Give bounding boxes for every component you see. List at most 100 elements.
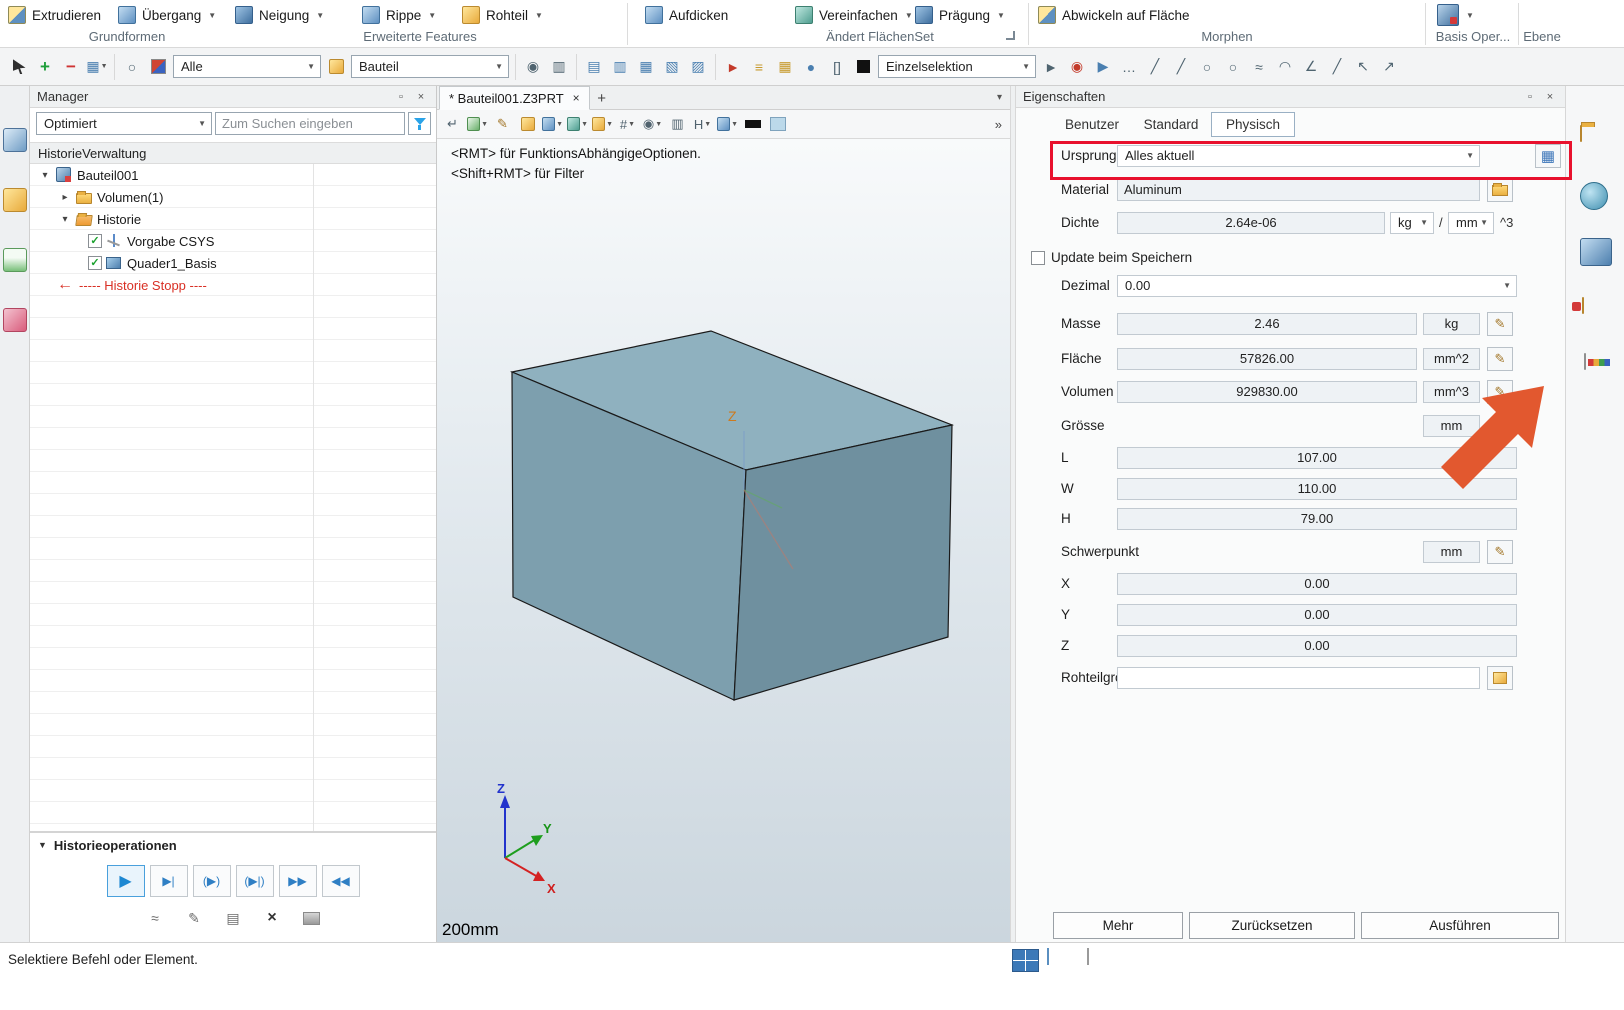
frame-icon[interactable]: ▥ (667, 114, 688, 135)
graphics-canvas[interactable]: <RMT> für FunktionsAbhängigeOptionen. <S… (437, 139, 1010, 942)
sketch-pencil-icon[interactable]: ✎ (492, 114, 513, 135)
table-icon[interactable]: ▦ (774, 56, 796, 78)
dezimal-combo[interactable]: 0.00▼ (1117, 275, 1517, 297)
close-icon[interactable]: × (1542, 89, 1558, 105)
play-filter-icon[interactable]: ▶ (1092, 56, 1114, 78)
tree-row-volumen[interactable]: ▸ Volumen(1) (30, 186, 436, 208)
dashed-circle-icon[interactable]: ○ (121, 56, 143, 78)
play-button[interactable]: ▶ (107, 865, 145, 897)
ribbon-item-aufdicken[interactable]: Aufdicken (645, 4, 728, 26)
rohteil-field[interactable] (1117, 667, 1480, 689)
flaeche-field[interactable]: 57826.00 (1117, 348, 1417, 370)
spline-tool-icon[interactable]: ≈ (1248, 56, 1270, 78)
rohteil-pick-button[interactable] (1487, 666, 1513, 690)
tree-row-bauteil[interactable]: ▾ Bauteil001 (30, 164, 436, 186)
play-to-end-button[interactable]: ▶| (150, 865, 188, 897)
color-swatch-icon[interactable] (767, 114, 788, 135)
copy-icon[interactable]: ▤ (216, 903, 250, 933)
line2-tool-icon[interactable]: ╱ (1170, 56, 1192, 78)
open-folder-icon[interactable] (1580, 125, 1582, 142)
history-manager-icon[interactable] (3, 128, 27, 152)
solid-part-icon[interactable] (3, 188, 27, 212)
history-stop-arrow-icon[interactable]: ← (57, 276, 73, 294)
ribbon-item-uebergang[interactable]: Übergang ▼ (118, 4, 216, 26)
document-tab[interactable]: * Bauteil001.Z3PRT × (439, 86, 590, 110)
minimize-icon[interactable]: ▫ (1522, 89, 1538, 105)
globe-icon[interactable] (1580, 182, 1608, 210)
tab-close-icon[interactable]: × (573, 91, 580, 105)
stock-quick-icon[interactable]: ▼ (592, 114, 613, 135)
mehr-button[interactable]: Mehr (1053, 912, 1183, 939)
history-operations-header[interactable]: ▼ Historieoperationen (30, 831, 436, 857)
grid-toggle-icon[interactable]: #▼ (617, 114, 638, 135)
list-icon[interactable]: ≡ (748, 56, 770, 78)
masse-edit-button[interactable]: ✎ (1487, 312, 1513, 336)
filter-all-combo[interactable]: Alle▼ (173, 55, 321, 78)
minimize-icon[interactable]: ▫ (393, 89, 409, 105)
color-filter-icon[interactable] (147, 56, 169, 78)
chevron-down-icon[interactable]: ▼ (905, 11, 913, 20)
checkbox-checked[interactable]: ✓ (88, 256, 102, 270)
tab-standard[interactable]: Standard (1131, 112, 1211, 137)
toolbar-overflow-icon[interactable]: » (995, 117, 1005, 132)
ribbon-item-neigung[interactable]: Neigung ▼ (235, 4, 324, 26)
select-tool-icon[interactable] (8, 56, 30, 78)
ribbon-item-vereinfachen[interactable]: Vereinfachen ▼ (795, 4, 913, 26)
caret-down-icon[interactable]: ▾ (38, 170, 52, 181)
caret-right-icon[interactable]: ▸ (58, 192, 72, 203)
brackets-icon[interactable]: [] (826, 56, 848, 78)
y-field[interactable]: 0.00 (1117, 604, 1517, 626)
material-browse-button[interactable] (1487, 178, 1513, 202)
step-to-button[interactable]: (▶|) (236, 865, 274, 897)
extrude-quick-icon[interactable] (517, 114, 538, 135)
document-view-icon[interactable] (1087, 948, 1089, 965)
chevron-down-icon[interactable]: ▼ (997, 11, 1005, 20)
z-field[interactable]: 0.00 (1117, 635, 1517, 657)
volumen-edit-button[interactable]: ✎ (1487, 380, 1513, 404)
ring-tool-icon[interactable]: ○ (1222, 56, 1244, 78)
key-icon[interactable] (3, 308, 27, 332)
step-forward-button[interactable]: (▶) (193, 865, 231, 897)
display-shaded-icon[interactable]: ▤ (583, 56, 605, 78)
chevron-down-icon[interactable]: ▼ (535, 11, 543, 20)
level-combo[interactable]: Bauteil▼ (351, 55, 509, 78)
triad-toggle-icon[interactable]: ◉▼ (642, 114, 663, 135)
masse-field[interactable]: 2.46 (1117, 313, 1417, 335)
spline-edit-icon[interactable]: ≈ (138, 903, 172, 933)
table-view-icon[interactable] (1012, 949, 1039, 972)
caret-down-icon[interactable]: ▾ (58, 214, 72, 225)
ribbon-item-rohteil[interactable]: Rohteil ▼ (462, 4, 543, 26)
checkbox-checked[interactable]: ✓ (88, 234, 102, 248)
ribbon-item-abwickeln[interactable]: Abwickeln auf Fläche (1038, 4, 1190, 26)
new-tab-button[interactable]: + (590, 87, 614, 109)
laenge-field[interactable]: 107.00 (1117, 447, 1517, 469)
x-field[interactable]: 0.00 (1117, 573, 1517, 595)
hide-icon[interactable]: ▥ (548, 56, 570, 78)
volumen-field[interactable]: 929830.00 (1117, 381, 1417, 403)
update-checkbox[interactable] (1031, 251, 1045, 265)
ribbon-item-extrudieren[interactable]: Extrudieren (8, 4, 101, 26)
fast-forward-button[interactable]: ▶▶ (279, 865, 317, 897)
display-wireframe-icon[interactable]: ▥ (609, 56, 631, 78)
chevron-down-icon[interactable]: ▼ (1466, 11, 1474, 20)
chevron-down-icon[interactable]: ▼ (428, 11, 436, 20)
pick-cursor-icon[interactable]: ► (1040, 56, 1062, 78)
tab-benutzer[interactable]: Benutzer (1053, 112, 1131, 137)
flaeche-edit-button[interactable]: ✎ (1487, 347, 1513, 371)
arc-tool-icon[interactable]: ◠ (1274, 56, 1296, 78)
level-filter-icon[interactable] (325, 56, 347, 78)
angle-tool-icon[interactable]: ∠ (1300, 56, 1322, 78)
close-icon[interactable]: × (413, 89, 429, 105)
tree-row-csys[interactable]: ✓ Vorgabe CSYS (30, 230, 436, 252)
display-section-icon[interactable]: ▧ (661, 56, 683, 78)
zuruecksetzen-button[interactable]: Zurücksetzen (1189, 912, 1355, 939)
color-printer-icon[interactable] (1584, 353, 1586, 370)
material-folder-icon[interactable] (1582, 297, 1584, 314)
tab-physisch[interactable]: Physisch (1211, 112, 1295, 137)
background-bar-icon[interactable] (742, 114, 763, 135)
line-tool-icon[interactable]: ╱ (1144, 56, 1166, 78)
mass-unit-combo[interactable]: kg▼ (1390, 212, 1434, 234)
ribbon-item-rippe[interactable]: Rippe ▼ (362, 4, 436, 26)
add-icon[interactable]: + (34, 56, 56, 78)
display-mode-icon[interactable]: ▼ (467, 114, 488, 135)
